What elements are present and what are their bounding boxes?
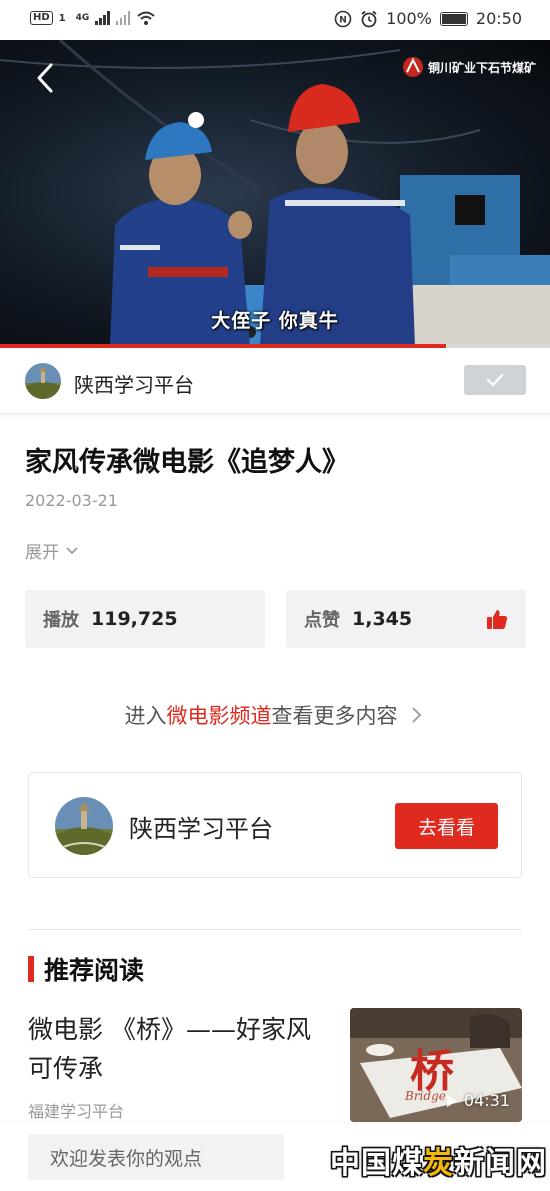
page-title: 家风传承微电影《追梦人》: [25, 447, 349, 478]
hd-badge: HD: [30, 11, 53, 25]
play-icon: [446, 1094, 457, 1107]
thumb-subtext: Bridge: [404, 1089, 446, 1103]
watermark-text: 铜川矿业下石节煤矿: [427, 60, 536, 75]
visit-button[interactable]: 去看看: [395, 803, 498, 849]
play-count-stat: 播放 119,725: [25, 590, 265, 648]
site-watermark-part-c: 新闻网: [454, 1146, 547, 1181]
publisher-name: 陕西学习平台: [129, 815, 273, 843]
channel-link[interactable]: 进入 微电影频道 查看更多内容: [0, 700, 550, 730]
comment-input[interactable]: 欢迎发表你的观点: [28, 1134, 284, 1180]
avatar-image: [25, 363, 61, 399]
publisher-avatar[interactable]: [55, 797, 113, 855]
video-player[interactable]: 铜川矿业下石节煤矿 大侄子 你真牛: [0, 40, 550, 346]
signal-strength-icon: [95, 11, 110, 25]
signal-strength-sim2-icon: [115, 11, 131, 25]
thumbs-up-icon[interactable]: [486, 608, 508, 630]
svg-text:N: N: [339, 15, 347, 25]
author-avatar[interactable]: [25, 363, 61, 399]
like-count: 1,345: [352, 608, 413, 630]
clock: 20:50: [475, 9, 522, 28]
recommend-section-header: 推荐阅读: [28, 951, 144, 987]
site-watermark-part-b: 炭: [423, 1146, 454, 1181]
site-watermark-part-a: 中国煤: [330, 1146, 423, 1181]
wifi-icon: [137, 11, 155, 25]
section-title: 推荐阅读: [44, 956, 145, 985]
channel-link-prefix: 进入: [124, 704, 167, 728]
back-button[interactable]: [30, 60, 60, 96]
section-accent-bar: [28, 956, 34, 982]
site-watermark: 中国煤炭新闻网: [330, 1138, 547, 1182]
channel-link-suffix: 查看更多内容: [271, 704, 398, 728]
chevron-right-icon: [411, 707, 421, 723]
channel-link-name: 微电影频道: [166, 704, 272, 728]
recommend-item-thumbnail[interactable]: 桥 Bridge 04:31: [350, 1008, 522, 1122]
video-watermark: 铜川矿业下石节煤矿: [402, 56, 536, 78]
follow-button[interactable]: [464, 365, 526, 395]
recommend-item-source: 福建学习平台: [28, 1102, 125, 1121]
video-duration: 04:31: [446, 1091, 510, 1110]
play-label: 播放: [43, 610, 79, 631]
expand-label: 展开: [25, 543, 59, 563]
status-bar: HD 1 4G N 100% 20:50: [0, 0, 550, 40]
check-icon: [486, 373, 504, 387]
play-count: 119,725: [91, 608, 178, 630]
publisher-card: 陕西学习平台 去看看: [28, 772, 522, 878]
bottom-bar: 欢迎发表你的观点 中国煤炭新闻网: [0, 1124, 550, 1191]
like-stat[interactable]: 点赞 1,345: [286, 590, 526, 648]
publish-date: 2022-03-21: [25, 491, 118, 510]
chevron-left-icon: [37, 63, 53, 93]
duration-text: 04:31: [463, 1091, 510, 1110]
avatar-image: [55, 797, 113, 855]
status-right: N 100% 20:50: [334, 9, 522, 28]
chevron-down-icon: [66, 546, 78, 554]
video-subtitle: 大侄子 你真牛: [211, 310, 339, 332]
author-name[interactable]: 陕西学习平台: [74, 369, 194, 398]
sim-badge: 1: [58, 12, 66, 24]
divider: [28, 929, 522, 930]
author-bar: 陕西学习平台: [0, 348, 550, 414]
network-type: 4G: [75, 13, 90, 23]
like-label: 点赞: [304, 610, 340, 631]
company-logo-icon: [402, 57, 423, 77]
nfc-icon: N: [334, 10, 352, 27]
battery-percent: 100%: [386, 9, 432, 28]
recommend-item-title[interactable]: 微电影 《桥》——好家风可传承: [28, 1010, 328, 1088]
battery-icon: [439, 11, 468, 26]
video-frame: [0, 40, 550, 346]
status-left: HD 1 4G: [30, 10, 156, 26]
alarm-icon: [361, 10, 377, 27]
expand-toggle[interactable]: 展开: [25, 538, 79, 563]
